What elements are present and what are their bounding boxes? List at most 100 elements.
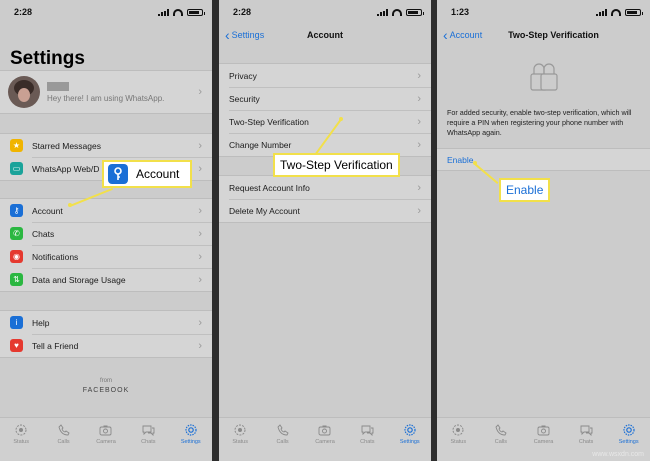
- status-icon: [15, 423, 28, 436]
- chevron-right-icon: ›: [417, 204, 421, 217]
- nav-bar: ‹ Account Two-Step Verification: [437, 24, 650, 46]
- settings-group-2: ⚷ Account › ✆ Chats › ◉ Notifications › ⇅ Data and…: [0, 198, 212, 292]
- two-step-callout: Two-Step Verification: [273, 153, 400, 177]
- callout-label: Account: [136, 167, 180, 181]
- nav-bar: ‹ Settings Account: [219, 24, 431, 46]
- back-button[interactable]: ‹ Account: [443, 24, 482, 46]
- tab-status[interactable]: Status: [3, 423, 39, 461]
- tab-calls[interactable]: Calls: [483, 423, 519, 461]
- account-row-delete-my-account[interactable]: Delete My Account ›: [219, 199, 431, 222]
- account-row-privacy[interactable]: Privacy ›: [219, 64, 431, 87]
- back-button[interactable]: ‹ Settings: [225, 24, 264, 46]
- settings-row-data-and-storage-usage[interactable]: ⇅ Data and Storage Usage ›: [0, 268, 212, 291]
- row-label: Tell a Friend: [32, 340, 79, 351]
- row-label: Request Account Info: [229, 182, 310, 193]
- settings-row-help[interactable]: i Help ›: [0, 311, 212, 334]
- settings-row-notifications[interactable]: ◉ Notifications ›: [0, 245, 212, 268]
- tab-label: Calls: [57, 439, 70, 445]
- nav-title: Account: [307, 30, 343, 40]
- whatsapp-icon: ✆: [10, 227, 23, 240]
- tab-label: Calls: [494, 439, 507, 445]
- status-icons: [377, 8, 424, 16]
- tab-calls[interactable]: Calls: [265, 423, 301, 461]
- wifi-icon: [173, 8, 183, 16]
- tab-status[interactable]: Status: [440, 423, 476, 461]
- settings-row-account[interactable]: ⚷ Account ›: [0, 199, 212, 222]
- two-step-screen: 1:23 ‹ Account Two-Step Verification For …: [437, 0, 650, 461]
- tab-label: Chats: [360, 439, 375, 445]
- callout-dot: [68, 203, 72, 207]
- account-row-two-step-verification[interactable]: Two-Step Verification ›: [219, 110, 431, 133]
- wifi-icon: [611, 8, 621, 16]
- status-icon: [234, 423, 247, 436]
- tab-label: Chats: [141, 439, 156, 445]
- account-row-security[interactable]: Security ›: [219, 87, 431, 110]
- tab-label: Calls: [276, 439, 289, 445]
- tab-settings[interactable]: Settings: [392, 423, 428, 461]
- tab-label: Status: [232, 439, 248, 445]
- page-title: Settings: [10, 48, 85, 69]
- tab-label: Chats: [578, 439, 594, 445]
- tab-settings[interactable]: Settings: [173, 423, 209, 461]
- settings-group-3: i Help › ♥ Tell a Friend ›: [0, 310, 212, 358]
- chevron-right-icon: ›: [417, 138, 421, 151]
- wifi-icon: [392, 8, 402, 16]
- tab-chats[interactable]: Chats: [349, 423, 385, 461]
- row-label: Notifications: [32, 251, 79, 262]
- account-callout: Account: [102, 160, 192, 188]
- tab-calls[interactable]: Calls: [46, 423, 82, 461]
- tab-camera[interactable]: Camera: [307, 423, 343, 461]
- account-screen: 2:28 ‹ Settings Account Privacy › Security ›…: [219, 0, 431, 461]
- chevron-right-icon: ›: [198, 162, 202, 175]
- account-row-request-account-info[interactable]: Request Account Info ›: [219, 176, 431, 199]
- tab-label: Camera: [96, 439, 116, 445]
- tab-label: Settings: [180, 439, 201, 445]
- info-icon: i: [10, 316, 23, 329]
- back-label: Account: [449, 30, 483, 40]
- tab-status[interactable]: Status: [222, 423, 258, 461]
- chats-icon: [580, 423, 593, 436]
- footer-from: from: [100, 378, 112, 384]
- status-bar: 2:28: [219, 0, 431, 24]
- account-group-2: Request Account Info › Delete My Account ›: [219, 175, 431, 223]
- status-icon: [452, 423, 465, 436]
- profile-name-blurred: [47, 81, 69, 91]
- tab-label: Status: [13, 439, 29, 445]
- avatar: [8, 76, 40, 108]
- tab-bar: Status Calls Camera Chats Settings: [219, 417, 431, 461]
- profile-row[interactable]: Hey there! I am using WhatsApp. ›: [0, 70, 212, 114]
- settings-icon: [622, 423, 635, 436]
- tab-chats[interactable]: Chats: [130, 423, 166, 461]
- key-icon: ⚷: [10, 204, 23, 217]
- laptop-icon: ▭: [10, 162, 23, 175]
- chevron-right-icon: ›: [198, 316, 202, 329]
- heart-icon: ♥: [10, 339, 23, 352]
- settings-row-chats[interactable]: ✆ Chats ›: [0, 222, 212, 245]
- settings-row-starred-messages[interactable]: ★ Starred Messages ›: [0, 134, 212, 157]
- chevron-right-icon: ›: [198, 139, 202, 152]
- nav-title: Two-Step Verification: [508, 30, 599, 40]
- tab-bar: Status Calls Camera Chats Settings: [0, 417, 212, 461]
- settings-screen: 2:28 Settings Hey there! I am using What…: [0, 0, 212, 461]
- lock-icon: [437, 60, 650, 94]
- chevron-right-icon: ›: [417, 181, 421, 194]
- camera-icon: [99, 423, 112, 436]
- data-icon: ⇅: [10, 273, 23, 286]
- phone-icon: [57, 423, 70, 436]
- bell-icon: ◉: [10, 250, 23, 263]
- row-label: Starred Messages: [32, 140, 101, 151]
- enable-button[interactable]: Enable: [437, 148, 650, 172]
- tab-camera[interactable]: Camera: [88, 423, 124, 461]
- row-label: Two-Step Verification: [229, 116, 309, 127]
- enable-label: Enable: [447, 154, 474, 165]
- row-label: Data and Storage Usage: [32, 274, 126, 285]
- signal-icon: [596, 8, 607, 16]
- enable-callout: Enable: [499, 178, 551, 202]
- chevron-right-icon: ›: [198, 339, 202, 352]
- row-label: Account: [32, 205, 63, 216]
- settings-row-tell-a-friend[interactable]: ♥ Tell a Friend ›: [0, 334, 212, 357]
- tab-camera[interactable]: Camera: [525, 423, 561, 461]
- camera-icon: [537, 423, 550, 436]
- battery-icon: [187, 8, 205, 16]
- row-label: Privacy: [229, 70, 257, 81]
